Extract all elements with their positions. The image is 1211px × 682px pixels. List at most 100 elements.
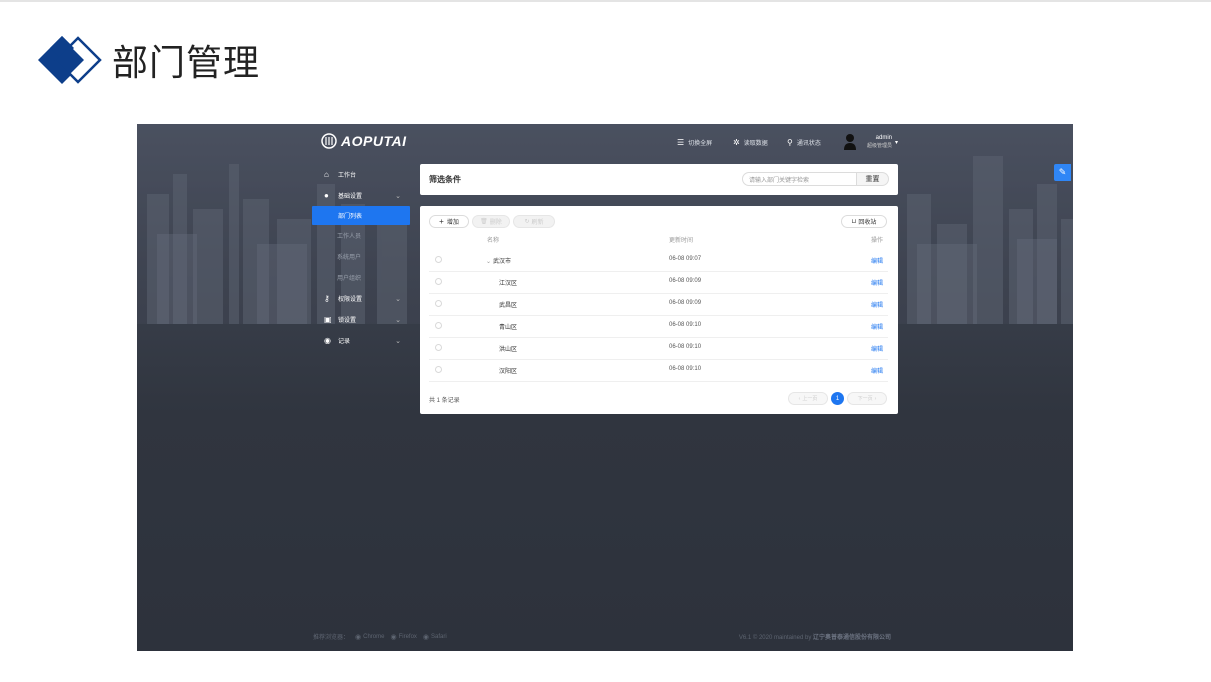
row-name: 江汉区 <box>499 281 518 287</box>
row-name: ⌄ 武汉市 <box>486 256 511 265</box>
row-time: 06-08 09:09 <box>669 300 702 306</box>
row-radio[interactable] <box>435 278 442 285</box>
comm-status-label: 通讯状态 <box>796 141 821 147</box>
eye-icon: ◉ <box>324 336 331 345</box>
refresh-button[interactable]: ↻ 刷新 <box>513 215 555 228</box>
reset-button[interactable]: 重置 <box>857 172 889 186</box>
delete-button[interactable]: 🗑 删除 <box>472 215 510 228</box>
column-header-time: 更新时间 <box>669 238 694 244</box>
safari-link[interactable]: ◉ Safari <box>423 633 447 641</box>
row-time: 06-08 09:10 <box>669 322 702 328</box>
user-name: admin <box>875 135 893 141</box>
row-name: 洪山区 <box>499 347 518 353</box>
firefox-link[interactable]: ◉ Firefox <box>390 633 416 641</box>
edit-link[interactable]: 编辑 <box>871 256 883 265</box>
recycle-label: 回收站 <box>858 220 877 226</box>
sidebar-item-user-org[interactable]: 用户组织 <box>311 267 411 288</box>
sidebar-item-lock-settings[interactable]: ▣ 锁设置 ⌄ <box>311 309 411 330</box>
row-radio[interactable] <box>435 322 442 329</box>
permission-settings-label: 权限设置 <box>338 297 363 303</box>
workbench-label: 工作台 <box>338 173 357 179</box>
filter-panel: 筛选条件 请输入部门关键字检索 重置 <box>420 164 898 195</box>
row-name: 汉阳区 <box>499 369 518 375</box>
sidebar-item-workbench[interactable]: ⌂ 工作台 <box>311 164 411 185</box>
sidebar-item-department-list[interactable]: 部门列表 <box>312 206 410 225</box>
refresh-label: 刷新 <box>531 220 544 226</box>
chevron-down-icon: ⌄ <box>395 337 401 345</box>
side-settings-tab[interactable]: ✎ <box>1054 164 1071 181</box>
company-name: 辽宁奥普泰通信股份有限公司 <box>812 635 891 641</box>
trash-icon: 🗑 <box>480 219 488 225</box>
chevron-down-icon: ⌄ <box>395 295 401 303</box>
comm-status-button[interactable]: ⚲ 通讯状态 <box>787 138 821 147</box>
table-row: 江汉区 06-08 09:09 编辑 <box>429 271 888 294</box>
lock-icon: ▣ <box>324 315 332 324</box>
recycle-bin-button[interactable]: ⊔ 回收站 <box>841 215 887 228</box>
prev-page-button[interactable]: ‹ 上一页 <box>788 392 828 405</box>
page-number-button[interactable]: 1 <box>831 392 844 405</box>
footer-copyright: V6.1 © 2020 maintained by 辽宁奥普泰通信股份有限公司 <box>739 632 891 641</box>
next-page-button[interactable]: 下一页 › <box>847 392 887 405</box>
edit-link[interactable]: 编辑 <box>871 366 883 375</box>
add-button[interactable]: + 增加 <box>429 215 469 228</box>
firefox-icon: ◉ <box>390 633 397 641</box>
column-header-name: 名称 <box>487 238 500 244</box>
edit-link[interactable]: 编辑 <box>871 344 883 353</box>
search-input[interactable]: 请输入部门关键字检索 <box>742 172 857 186</box>
row-radio[interactable] <box>435 256 442 263</box>
footer-browsers: 推荐浏览器： ◉ Chrome ◉ Firefox ◉ Safari <box>313 632 447 642</box>
edit-link[interactable]: 编辑 <box>871 300 883 309</box>
sidebar-item-basic-settings[interactable]: ● 基础设置 ⌄ <box>311 185 411 206</box>
sidebar-item-staff[interactable]: 工作人员 <box>311 225 411 246</box>
avatar <box>844 134 856 150</box>
read-data-button[interactable]: ✲ 读取数据 <box>733 138 768 147</box>
slide-header: 部门管理 <box>34 30 260 90</box>
pen-icon: ✎ <box>1058 167 1067 177</box>
row-radio[interactable] <box>435 344 442 351</box>
edit-link[interactable]: 编辑 <box>871 322 883 331</box>
bug-icon: ✲ <box>733 138 740 147</box>
row-name: 武昌区 <box>499 303 518 309</box>
brand-logo[interactable]: AOPUTAI <box>321 133 406 149</box>
fullscreen-button[interactable]: ☰ 切换全屏 <box>677 138 712 147</box>
sidebar-item-system-users[interactable]: 系统用户 <box>311 246 411 267</box>
row-name-text: 武汉市 <box>493 259 512 265</box>
row-name: 青山区 <box>499 325 518 331</box>
expand-chevron-icon[interactable]: ⌄ <box>486 259 491 265</box>
prev-page-label: 上一页 <box>802 396 818 402</box>
sidebar: ⌂ 工作台 ● 基础设置 ⌄ 部门列表 工作人员 系统用户 用户组织 ⚷ 权限设… <box>311 164 411 351</box>
table-row: ⌄ 武汉市 06-08 09:07 编辑 <box>429 249 888 272</box>
safari-icon: ◉ <box>422 633 430 641</box>
add-label: 增加 <box>446 220 459 226</box>
chrome-link[interactable]: ◉ Chrome <box>355 633 384 641</box>
edit-link[interactable]: 编辑 <box>871 278 883 287</box>
row-time: 06-08 09:10 <box>669 344 702 350</box>
home-icon: ⌂ <box>324 170 329 179</box>
row-radio[interactable] <box>435 300 442 307</box>
user-menu[interactable]: admin 超级管理员 ▾ <box>843 133 898 151</box>
refresh-icon: ↻ <box>524 219 530 225</box>
plus-icon: + <box>439 217 444 226</box>
copyright-text: V6.1 © 2020 maintained by <box>738 635 812 641</box>
filter-title: 筛选条件 <box>429 175 461 184</box>
column-header-action: 操作 <box>870 238 883 244</box>
table-row: 武昌区 06-08 09:09 编辑 <box>429 293 888 316</box>
sidebar-item-permission-settings[interactable]: ⚷ 权限设置 ⌄ <box>311 288 411 309</box>
chevron-down-icon: ⌄ <box>395 192 401 200</box>
sidebar-item-records[interactable]: ◉ 记录 ⌄ <box>311 330 411 351</box>
browsers-label: 推荐浏览器： <box>313 635 350 641</box>
brand-name: AOPUTAI <box>341 133 407 149</box>
table-row: 汉阳区 06-08 09:10 编辑 <box>429 359 888 382</box>
row-radio[interactable] <box>435 366 442 373</box>
row-time: 06-08 09:07 <box>669 256 702 262</box>
clock-icon: ● <box>324 191 329 200</box>
app-screenshot: AOPUTAI ☰ 切换全屏 ✲ 读取数据 ⚲ 通讯状态 admin 超级管理员… <box>137 124 1073 651</box>
chevron-down-icon: ⌄ <box>395 316 401 324</box>
table-row: 青山区 06-08 09:10 编辑 <box>429 315 888 338</box>
records-label: 记录 <box>338 339 351 345</box>
basic-settings-label: 基础设置 <box>338 194 363 200</box>
firefox-label: Firefox <box>398 633 417 640</box>
menu-icon: ☰ <box>677 138 685 147</box>
brand-mark-icon <box>321 133 337 149</box>
fullscreen-label: 切换全屏 <box>688 141 713 147</box>
